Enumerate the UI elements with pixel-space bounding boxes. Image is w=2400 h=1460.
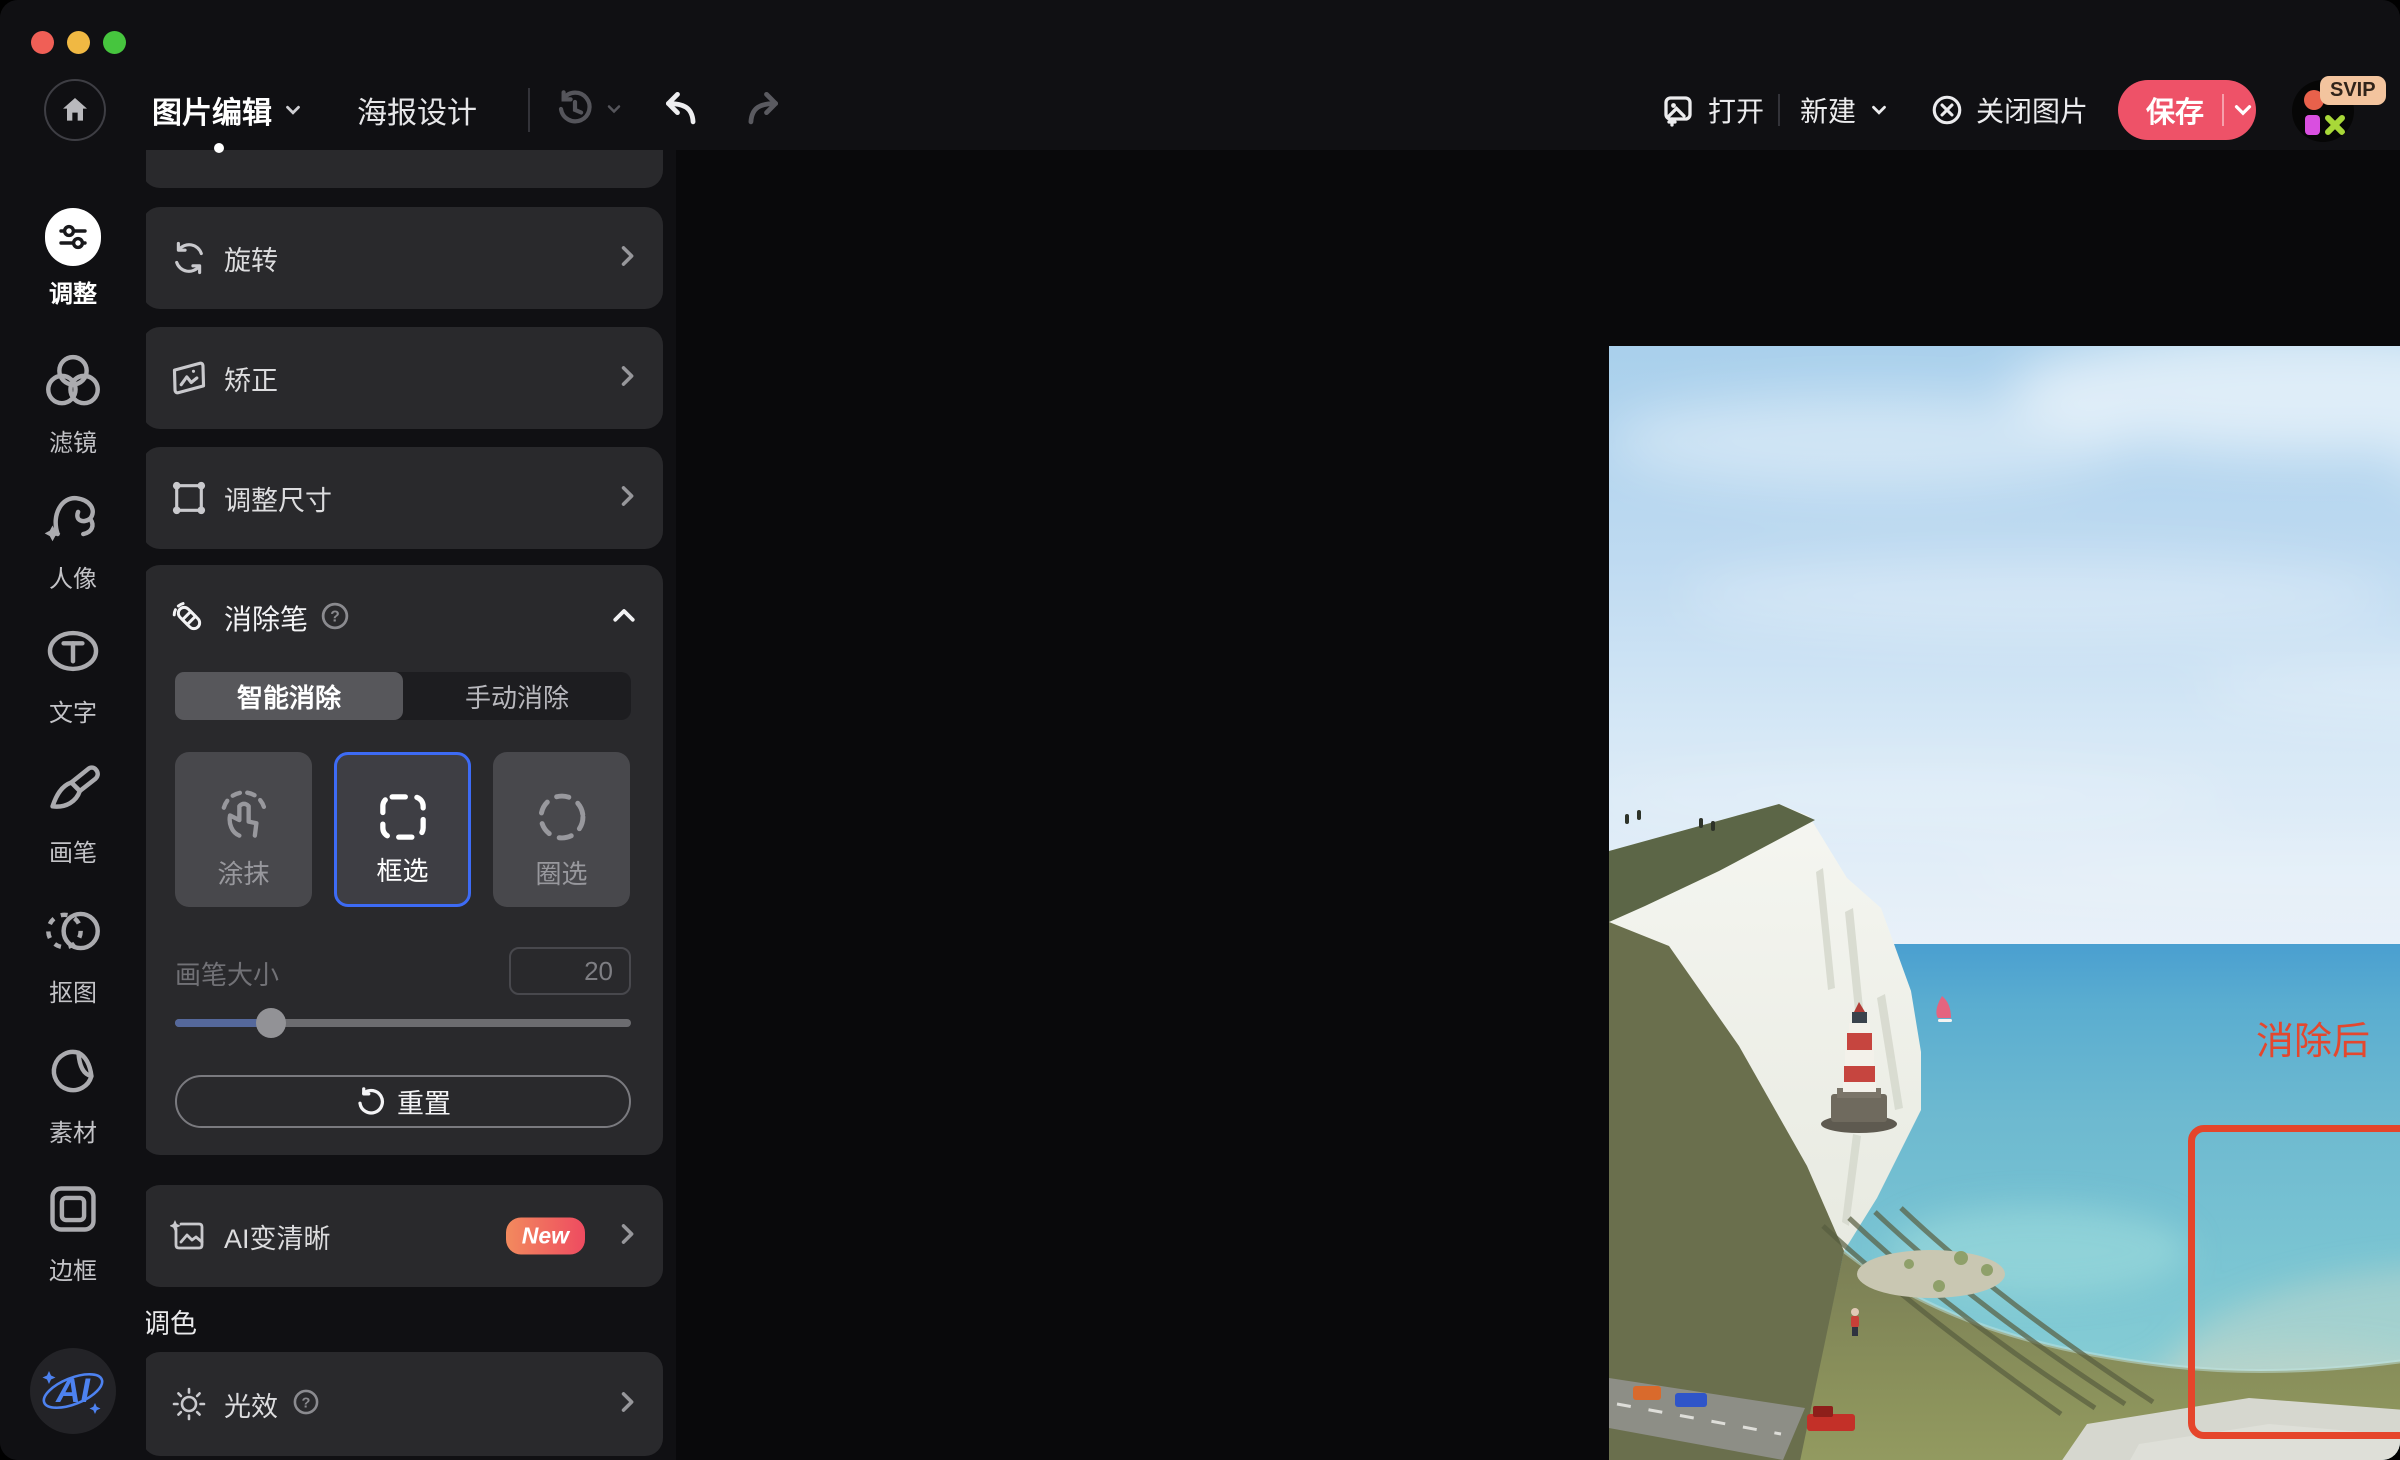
undo-button[interactable]: [658, 84, 708, 134]
canvas-area: 消除后 对比 100%: [676, 150, 2400, 1460]
maximize-window-button[interactable]: [103, 31, 126, 54]
portrait-icon: [44, 496, 95, 542]
brush-size-slider[interactable]: [175, 1008, 631, 1038]
new-button[interactable]: 新建: [1800, 84, 1890, 136]
adjust-sliders-icon: [45, 208, 101, 266]
tab-smart-erase[interactable]: 智能消除: [175, 672, 403, 720]
annotation-text: 消除后: [2256, 1021, 2371, 1063]
card-resize[interactable]: 调整尺寸: [142, 447, 663, 549]
slider-thumb[interactable]: [255, 1008, 286, 1038]
close-window-button[interactable]: [31, 31, 54, 54]
chevron-right-icon: [613, 482, 641, 515]
actions-divider: [1778, 94, 1780, 126]
chevron-right-icon: [613, 242, 641, 275]
topbar-divider: [528, 88, 530, 132]
redo-button[interactable]: [736, 84, 786, 134]
reset-button[interactable]: 重置: [175, 1075, 631, 1128]
chevron-right-icon: [613, 362, 641, 395]
avatar-logo-x: [2325, 115, 2345, 135]
tool-box-select[interactable]: 框选: [334, 752, 471, 907]
app-window: 消除后 对比 100% 图片编辑 海报设计: [0, 0, 2400, 1460]
rotate-icon: [170, 239, 208, 277]
brush-size-row: 画笔大小 20: [175, 947, 631, 995]
ai-logo-icon: AI: [42, 1371, 104, 1414]
history-chevron[interactable]: [596, 84, 632, 134]
section-color-label: 调色: [143, 1309, 197, 1339]
redo-icon: [748, 91, 779, 125]
close-circle-icon: [1932, 95, 1962, 125]
card-straighten[interactable]: 矫正: [142, 327, 663, 429]
chevron-right-icon: [613, 1220, 641, 1253]
box-select-icon: [337, 786, 468, 848]
chevron-down-icon: [286, 105, 300, 115]
sidebar-item-text[interactable]: 文字: [0, 622, 146, 728]
sidebar-item-portrait[interactable]: 人像: [0, 488, 146, 594]
eraser-pen-icon: [170, 598, 208, 638]
brush-size-input[interactable]: 20: [509, 947, 631, 995]
erase-selection-rectangle[interactable]: [2188, 1125, 2400, 1439]
svip-badge: SVIP: [2320, 76, 2386, 105]
cutout-icon: [46, 911, 100, 951]
lasso-select-icon: [493, 786, 630, 848]
card-eraser-pen: 消除笔 ? 智能消除 手动消除 涂抹 框选 圈选 画笔大小 20 重置: [142, 565, 663, 1155]
active-tab-indicator: [214, 143, 224, 153]
sidebar-item-elements[interactable]: 素材: [0, 1042, 146, 1148]
chevron-down-icon: [607, 105, 621, 114]
sidebar-item-cutout[interactable]: 抠图: [0, 902, 146, 1008]
sidebar-item-filter[interactable]: 滤镜: [0, 352, 146, 458]
save-divider: [2222, 94, 2224, 126]
svg-text:AI: AI: [55, 1372, 92, 1410]
tab-image-edit[interactable]: 图片编辑: [152, 88, 304, 132]
home-icon: [63, 98, 87, 121]
chevron-down-icon: [1872, 105, 1886, 115]
eraser-tools: 涂抹 框选 圈选: [175, 752, 631, 907]
minimize-window-button[interactable]: [67, 31, 90, 54]
card-rotate[interactable]: 旋转: [142, 207, 663, 309]
avatar-logo-rect: [2305, 115, 2320, 135]
save-button[interactable]: 保存: [2118, 80, 2256, 140]
frame-icon: [50, 1186, 96, 1232]
new-badge: New: [505, 1217, 585, 1255]
help-icon[interactable]: ?: [320, 601, 350, 636]
filter-circles-icon: [46, 354, 100, 406]
card-previous-partial[interactable]: [142, 150, 663, 188]
history-button[interactable]: [550, 84, 600, 134]
sidebar-item-adjust[interactable]: 调整: [0, 208, 146, 309]
reset-icon: [358, 1086, 384, 1115]
help-icon[interactable]: ?: [292, 1388, 320, 1421]
history-icon: [558, 90, 592, 124]
ai-assistant-button[interactable]: AI: [30, 1348, 116, 1434]
close-image-button[interactable]: 关闭图片: [1930, 84, 2088, 136]
title-bar: 图片编辑 海报设计 打开 新建 关闭图片 保存 SVIP: [0, 0, 2400, 153]
open-button[interactable]: 打开: [1660, 84, 1764, 136]
open-image-icon: [1664, 96, 1692, 127]
tab-manual-erase[interactable]: 手动消除: [403, 672, 631, 720]
sidebar-item-brush[interactable]: 画笔: [0, 762, 146, 868]
smear-icon: [175, 786, 312, 848]
tool-lasso-select[interactable]: 圈选: [493, 752, 630, 907]
brush-icon: [50, 765, 100, 809]
undo-icon: [665, 91, 696, 125]
save-dropdown-chevron[interactable]: [2230, 97, 2256, 123]
chevron-right-icon: [613, 1388, 641, 1421]
ai-clear-icon: [170, 1216, 208, 1256]
svg-text:?: ?: [302, 1395, 311, 1411]
home-button[interactable]: [44, 79, 106, 141]
straighten-icon: [170, 359, 208, 397]
text-icon: [47, 630, 99, 672]
sticker-icon: [51, 1049, 94, 1093]
sun-icon: [170, 1384, 208, 1424]
eraser-mode-tabs: 智能消除 手动消除: [175, 672, 631, 720]
sidebar-item-border[interactable]: 边框: [0, 1180, 146, 1286]
tool-smear[interactable]: 涂抹: [175, 752, 312, 907]
card-ai-clear[interactable]: AI变清晰 New: [142, 1185, 663, 1287]
collapse-chevron-up-icon[interactable]: [609, 601, 639, 636]
card-light-effect[interactable]: 光效 ?: [142, 1352, 663, 1456]
svg-text:?: ?: [330, 608, 340, 625]
resize-icon: [170, 479, 208, 517]
tool-rail: 调整 滤镜 人像 文字 画笔 抠图 素材 边框 AI: [0, 150, 146, 1460]
tab-poster-design[interactable]: 海报设计: [357, 88, 477, 132]
adjust-panel: 旋转 矫正 调整尺寸 消除笔 ? 智能消除 手动消除 涂抹 框选 圈选 画笔大小…: [142, 150, 676, 1460]
